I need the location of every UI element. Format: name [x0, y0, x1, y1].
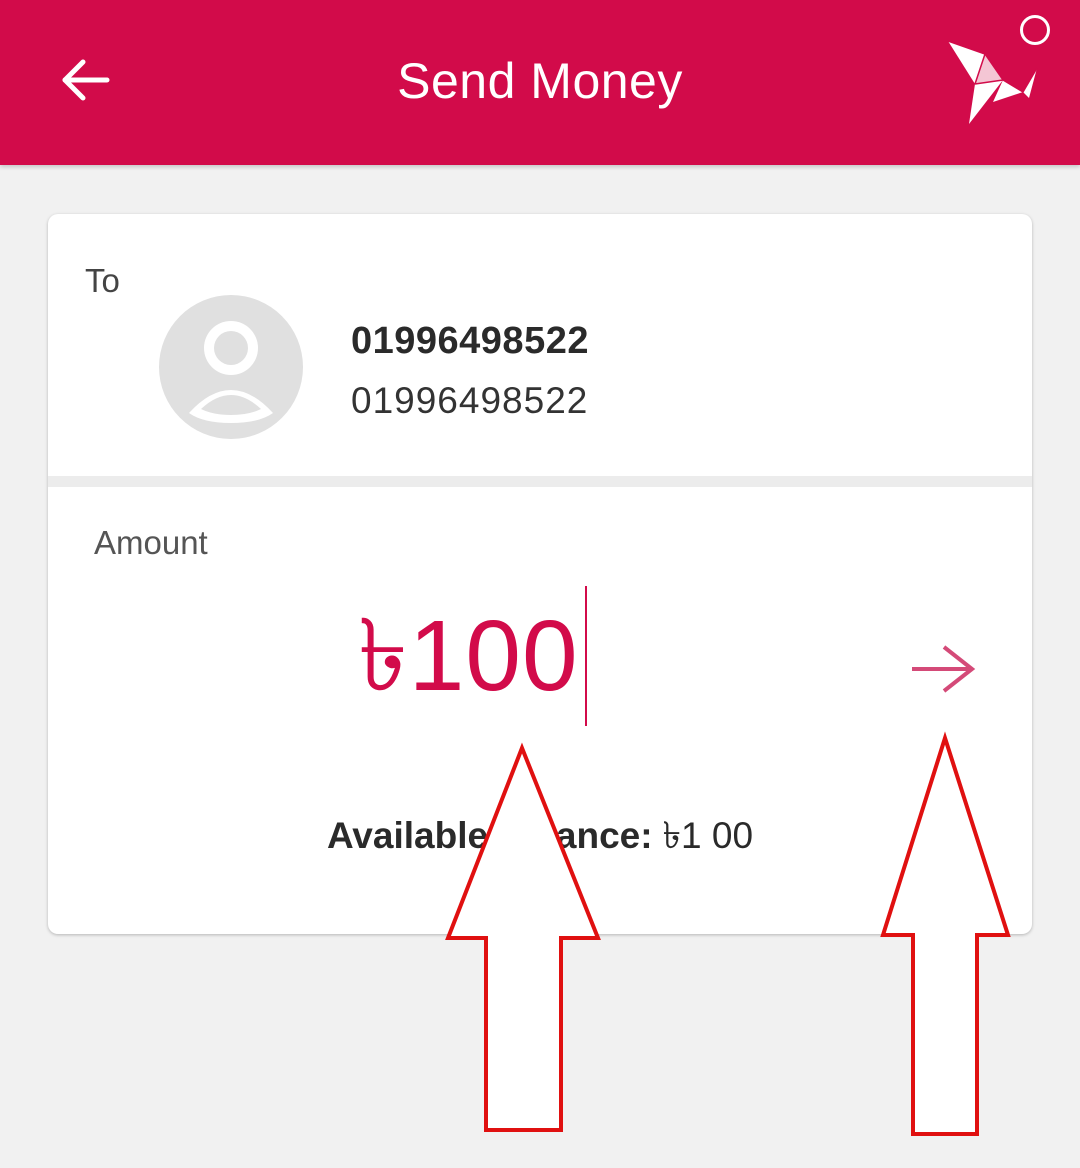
amount-label: Amount — [94, 524, 208, 561]
to-label: To — [85, 262, 120, 299]
page-title: Send Money — [397, 53, 683, 109]
recipient-number: 01996498522 — [351, 380, 589, 421]
next-button[interactable] — [903, 639, 983, 699]
send-money-card: To 01996498522 01996498522 Amount ৳100 A — [48, 214, 1032, 934]
available-balance: Available Balance: ৳1 00 — [48, 806, 1032, 869]
balance-label: Available Balance: — [326, 815, 653, 856]
app-bar: Send Money — [0, 0, 1080, 165]
text-caret — [584, 586, 587, 726]
recipient-name: 01996498522 — [351, 320, 589, 362]
amount-value: ৳100 — [358, 600, 579, 712]
balance-value: ৳1 00 — [662, 815, 754, 856]
send-money-screen: Send Money To 01996498522 01996498522 Am… — [0, 0, 1080, 1168]
avatar[interactable] — [159, 295, 303, 439]
person-icon — [189, 321, 273, 423]
amount-input[interactable]: ৳100 — [358, 586, 728, 726]
arrow-right-icon — [912, 645, 976, 693]
section-divider — [48, 476, 1032, 487]
origami-bird-logo — [947, 40, 1038, 124]
